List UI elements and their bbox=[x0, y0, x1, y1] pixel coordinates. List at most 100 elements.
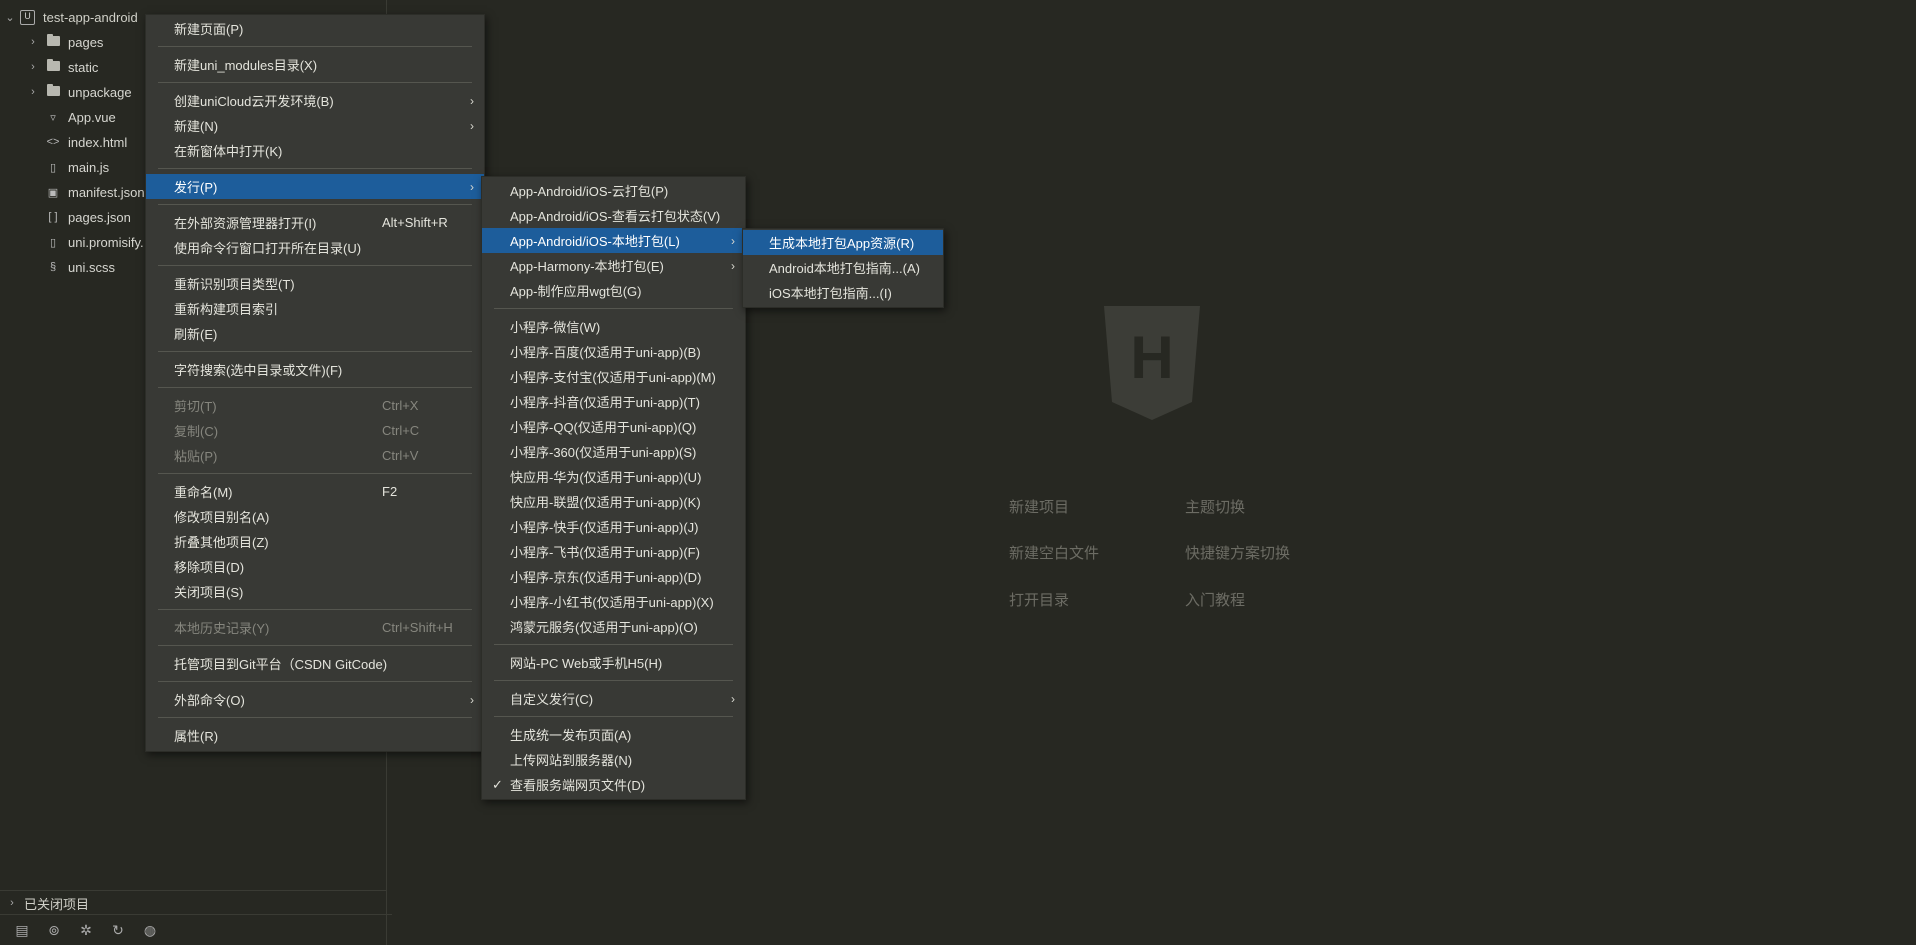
tree-item-label: manifest.json bbox=[68, 184, 145, 200]
menu-cloud-status[interactable]: App-Android/iOS-查看云打包状态(V) bbox=[482, 203, 745, 228]
menu-mp-kuaishou[interactable]: 小程序-快手(仅适用于uni-app)(J) bbox=[482, 514, 745, 539]
closed-projects-label: 已关闭项目 bbox=[24, 896, 90, 912]
new-project-link[interactable]: 新建项目 bbox=[1009, 496, 1069, 517]
chevron-right-icon: › bbox=[470, 692, 474, 707]
tree-item-label: main.js bbox=[68, 159, 110, 175]
menu-rename[interactable]: 重命名(M) F2 bbox=[146, 479, 484, 504]
menu-web-h5[interactable]: 网站-PC Web或手机H5(H) bbox=[482, 650, 745, 675]
menu-harmony-pack[interactable]: App-Harmony-本地打包(E) › bbox=[482, 253, 745, 278]
tree-item-label: pages.json bbox=[68, 209, 131, 225]
menu-mp-weixin[interactable]: 小程序-微信(W) bbox=[482, 314, 745, 339]
menu-cut[interactable]: 剪切(T) Ctrl+X bbox=[146, 393, 484, 418]
menu-android-guide[interactable]: Android本地打包指南...(A) bbox=[743, 255, 943, 280]
theme-switch-link[interactable]: 主题切换 bbox=[1185, 496, 1245, 517]
menu-collapse-others[interactable]: 折叠其他项目(Z) bbox=[146, 529, 484, 554]
debug-bug-icon[interactable]: ✲ bbox=[70, 922, 102, 939]
folder-icon bbox=[46, 83, 60, 99]
chevron-right-icon: › bbox=[731, 233, 735, 248]
menu-qa-huawei[interactable]: 快应用-华为(仅适用于uni-app)(U) bbox=[482, 464, 745, 489]
menu-custom-publish[interactable]: 自定义发行(C) › bbox=[482, 686, 745, 711]
menu-rebuild-index[interactable]: 重新构建项目索引 bbox=[146, 296, 484, 321]
menu-new[interactable]: 新建(N) › bbox=[146, 113, 484, 138]
menu-external-commands[interactable]: 外部命令(O) › bbox=[146, 687, 484, 712]
checkmark-icon: ✓ bbox=[492, 776, 503, 792]
menu-mp-qq[interactable]: 小程序-QQ(仅适用于uni-app)(Q) bbox=[482, 414, 745, 439]
project-name: test-app-android bbox=[43, 9, 138, 25]
menu-mp-xhs[interactable]: 小程序-小红书(仅适用于uni-app)(X) bbox=[482, 589, 745, 614]
tree-item-label: uni.scss bbox=[68, 259, 115, 275]
menu-refresh[interactable]: 刷新(E) bbox=[146, 321, 484, 346]
menu-gen-publish-page[interactable]: 生成统一发布页面(A) bbox=[482, 722, 745, 747]
chevron-right-icon[interactable]: › bbox=[26, 36, 40, 48]
menu-reidentify-type[interactable]: 重新识别项目类型(T) bbox=[146, 271, 484, 296]
menu-cloud-pack[interactable]: App-Android/iOS-云打包(P) bbox=[482, 178, 745, 203]
menu-publish[interactable]: 发行(P) › bbox=[146, 174, 484, 199]
folder-icon bbox=[46, 33, 60, 49]
sidebar-toolbar: ▤ ⊚ ✲ ↻ ◍ bbox=[0, 914, 392, 945]
tree-item-label: pages bbox=[68, 34, 104, 50]
menu-upload-to-server[interactable]: 上传网站到服务器(N) bbox=[482, 747, 745, 772]
menu-local-pack[interactable]: App-Android/iOS-本地打包(L) › bbox=[482, 228, 745, 253]
menu-mp-douyin[interactable]: 小程序-抖音(仅适用于uni-app)(T) bbox=[482, 389, 745, 414]
binoculars-icon[interactable]: ⊚ bbox=[38, 922, 70, 939]
vue-file-icon: ▿ bbox=[50, 111, 56, 124]
menu-remove-project[interactable]: 移除项目(D) bbox=[146, 554, 484, 579]
open-directory-link[interactable]: 打开目录 bbox=[1009, 589, 1069, 610]
menu-harmony-meta[interactable]: 鸿蒙元服务(仅适用于uni-app)(O) bbox=[482, 614, 745, 639]
chevron-right-icon[interactable]: › bbox=[26, 86, 40, 98]
chevron-right-icon: › bbox=[470, 93, 474, 108]
new-blank-file-link[interactable]: 新建空白文件 bbox=[1009, 542, 1099, 563]
menu-ios-guide[interactable]: iOS本地打包指南...(I) bbox=[743, 280, 943, 305]
menu-view-server-files[interactable]: ✓ 查看服务端网页文件(D) bbox=[482, 772, 745, 797]
menu-new-page[interactable]: 新建页面(P) bbox=[146, 16, 484, 41]
tree-item-label: unpackage bbox=[68, 84, 132, 100]
git-refresh-icon[interactable]: ↻ bbox=[102, 922, 134, 939]
scss-file-icon: § bbox=[49, 261, 57, 273]
menu-create-unicloud[interactable]: 创建uniCloud云开发环境(B) › bbox=[146, 88, 484, 113]
menu-open-in-terminal[interactable]: 使用命令行窗口打开所在目录(U) bbox=[146, 235, 484, 260]
project-context-menu: 新建页面(P) 新建uni_modules目录(X) 创建uniCloud云开发… bbox=[145, 14, 485, 752]
chevron-right-icon[interactable]: › bbox=[26, 61, 40, 73]
html-file-icon: <> bbox=[46, 136, 60, 148]
menu-edit-alias[interactable]: 修改项目别名(A) bbox=[146, 504, 484, 529]
menu-mp-jd[interactable]: 小程序-京东(仅适用于uni-app)(D) bbox=[482, 564, 745, 589]
tree-item-label: App.vue bbox=[68, 109, 116, 125]
getting-started-link[interactable]: 入门教程 bbox=[1185, 589, 1245, 610]
menu-mp-baidu[interactable]: 小程序-百度(仅适用于uni-app)(B) bbox=[482, 339, 745, 364]
publish-submenu: App-Android/iOS-云打包(P) App-Android/iOS-查… bbox=[481, 176, 746, 800]
chevron-right-icon[interactable]: › bbox=[0, 897, 24, 909]
closed-projects-section[interactable]: › 已关闭项目 bbox=[0, 890, 386, 915]
menu-gen-local-resources[interactable]: 生成本地打包App资源(R) bbox=[743, 230, 943, 255]
uni-project-icon: U bbox=[20, 9, 35, 25]
menu-open-in-explorer[interactable]: 在外部资源管理器打开(I) Alt+Shift+R bbox=[146, 210, 484, 235]
globe-plugin-icon[interactable]: ◍ bbox=[134, 922, 166, 939]
menu-local-history[interactable]: 本地历史记录(Y) Ctrl+Shift+H bbox=[146, 615, 484, 640]
tree-item-label: uni.promisify. bbox=[68, 234, 144, 250]
json-file-icon: [ ] bbox=[48, 211, 58, 223]
menu-paste[interactable]: 粘贴(P) Ctrl+V bbox=[146, 443, 484, 468]
menu-properties[interactable]: 属性(R) bbox=[146, 723, 484, 748]
tree-item-label: static bbox=[68, 59, 99, 75]
chevron-right-icon: › bbox=[731, 258, 735, 273]
menu-host-on-git[interactable]: 托管项目到Git平台（CSDN GitCode) bbox=[146, 651, 484, 676]
keymap-switch-link[interactable]: 快捷键方案切换 bbox=[1185, 542, 1290, 563]
menu-open-in-new-window[interactable]: 在新窗体中打开(K) bbox=[146, 138, 484, 163]
menu-new-uni-modules[interactable]: 新建uni_modules目录(X) bbox=[146, 52, 484, 77]
menu-mp-feishu[interactable]: 小程序-飞书(仅适用于uni-app)(F) bbox=[482, 539, 745, 564]
project-manager-icon[interactable]: ▤ bbox=[6, 922, 38, 939]
tree-item-label: index.html bbox=[68, 134, 128, 150]
js-file-icon: ▯ bbox=[49, 236, 57, 249]
menu-mp-alipay[interactable]: 小程序-支付宝(仅适用于uni-app)(M) bbox=[482, 364, 745, 389]
menu-mp-360[interactable]: 小程序-360(仅适用于uni-app)(S) bbox=[482, 439, 745, 464]
menu-copy[interactable]: 复制(C) Ctrl+C bbox=[146, 418, 484, 443]
svg-text:H: H bbox=[1130, 324, 1173, 391]
chevron-right-icon: › bbox=[470, 179, 474, 194]
menu-wgt-pack[interactable]: App-制作应用wgt包(G) bbox=[482, 278, 745, 303]
menu-text-search[interactable]: 字符搜索(选中目录或文件)(F) bbox=[146, 357, 484, 382]
js-file-icon: ▯ bbox=[49, 161, 57, 174]
menu-qa-union[interactable]: 快应用-联盟(仅适用于uni-app)(K) bbox=[482, 489, 745, 514]
manifest-file-icon: ▣ bbox=[47, 186, 59, 199]
chevron-down-icon[interactable]: ⌄ bbox=[0, 11, 20, 24]
menu-close-project[interactable]: 关闭项目(S) bbox=[146, 579, 484, 604]
folder-icon bbox=[46, 58, 60, 74]
